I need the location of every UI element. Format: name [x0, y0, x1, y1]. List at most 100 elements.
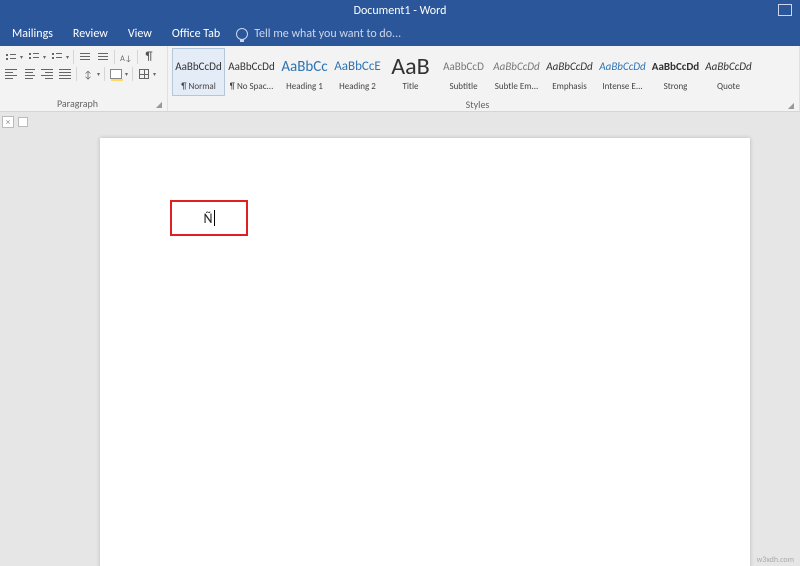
decrease-indent-button[interactable]	[78, 50, 92, 64]
style-preview: AaBbCcDd	[652, 53, 699, 81]
chevron-down-icon[interactable]: ▾	[20, 53, 23, 61]
style-item-2[interactable]: AaBbCcHeading 1	[278, 48, 331, 96]
ribbon: ▾ ▾ ▾ ▾	[0, 46, 800, 112]
tab-review[interactable]: Review	[63, 22, 118, 46]
style-item-9[interactable]: AaBbCcDdStrong	[649, 48, 702, 96]
chevron-down-icon[interactable]: ▾	[153, 70, 156, 78]
style-name-label: Heading 1	[286, 81, 323, 92]
tell-me-placeholder: Tell me what you want to do...	[254, 27, 401, 41]
style-name-label: Subtle Em...	[495, 81, 539, 92]
window-control-icon[interactable]	[778, 4, 792, 16]
group-label-styles: Styles	[170, 98, 785, 112]
style-preview: AaBbCcDd	[546, 53, 592, 81]
style-preview: AaB	[391, 53, 429, 81]
document-page[interactable]: Ñ	[100, 138, 750, 566]
borders-button[interactable]	[137, 67, 151, 81]
styles-dialog-launcher[interactable]: ◢	[785, 100, 797, 112]
tell-me-search[interactable]: Tell me what you want to do...	[236, 27, 401, 41]
document-workspace[interactable]: Ñ w3xdh.com	[0, 132, 800, 566]
style-item-5[interactable]: AaBbCcDSubtitle	[437, 48, 490, 96]
style-item-1[interactable]: AaBbCcDd¶ No Spac...	[225, 48, 278, 96]
watermark: w3xdh.com	[757, 555, 794, 565]
style-name-label: Subtitle	[449, 81, 477, 92]
spacing-icon	[84, 68, 92, 81]
style-preview: AaBbCcDd	[175, 53, 221, 81]
style-item-7[interactable]: AaBbCcDdEmphasis	[543, 48, 596, 96]
style-preview: AaBbCcDd	[599, 53, 645, 81]
tab-mailings[interactable]: Mailings	[2, 22, 63, 46]
style-item-4[interactable]: AaBTitle	[384, 48, 437, 96]
separator	[104, 67, 105, 81]
chevron-down-icon[interactable]: ▾	[125, 70, 128, 78]
separator	[73, 50, 74, 64]
show-hide-button[interactable]	[142, 50, 156, 64]
multilevel-icon	[52, 52, 62, 62]
typed-text: Ñ	[203, 210, 212, 227]
sort-icon	[120, 51, 132, 64]
ribbon-tab-bar: Mailings Review View Office Tab Tell me …	[0, 22, 800, 46]
separator	[76, 67, 77, 81]
group-label-paragraph: Paragraph	[2, 97, 153, 111]
style-preview: AaBbCcDd	[493, 53, 539, 81]
border-icon	[139, 69, 149, 79]
separator	[137, 50, 138, 64]
align-center-button[interactable]	[22, 67, 36, 81]
style-preview: AaBbCcDd	[705, 53, 751, 81]
style-name-label: Quote	[717, 81, 740, 92]
title-bar: Document1 - Word	[0, 0, 800, 22]
window-title: Document1 - Word	[354, 4, 447, 18]
style-name-label: Strong	[664, 81, 688, 92]
bullets-icon	[6, 52, 16, 62]
group-styles: AaBbCcDd¶ NormalAaBbCcDd¶ No Spac...AaBb…	[168, 46, 800, 111]
separator	[114, 50, 115, 64]
close-ruler-button[interactable]: ×	[2, 116, 14, 128]
chevron-down-icon[interactable]: ▾	[43, 53, 46, 61]
style-item-0[interactable]: AaBbCcDd¶ Normal	[172, 48, 225, 96]
lightbulb-icon	[236, 28, 248, 40]
style-item-3[interactable]: AaBbCcEHeading 2	[331, 48, 384, 96]
justify-button[interactable]	[58, 67, 72, 81]
line-spacing-button[interactable]	[81, 67, 95, 81]
bullets-button[interactable]	[4, 50, 18, 64]
align-left-icon	[5, 69, 17, 79]
text-cursor	[214, 210, 215, 226]
style-preview: AaBbCcD	[443, 53, 484, 81]
style-name-label: Intense E...	[602, 81, 642, 92]
increase-indent-button[interactable]	[96, 50, 110, 64]
tab-selector[interactable]	[18, 117, 28, 127]
shading-icon	[110, 69, 122, 79]
ruler-bar: ×	[0, 112, 800, 132]
paragraph-dialog-launcher[interactable]: ◢	[153, 99, 165, 111]
style-item-10[interactable]: AaBbCcDdQuote	[702, 48, 755, 96]
align-left-button[interactable]	[4, 67, 18, 81]
align-right-icon	[41, 69, 53, 79]
group-paragraph: ▾ ▾ ▾ ▾	[0, 46, 168, 111]
pilcrow-icon	[146, 50, 153, 64]
annotation-box: Ñ	[170, 200, 248, 236]
style-name-label: ¶ Normal	[181, 81, 216, 92]
tab-office-tab[interactable]: Office Tab	[162, 22, 230, 46]
style-preview: AaBbCcDd	[228, 53, 274, 81]
align-right-button[interactable]	[40, 67, 54, 81]
align-center-icon	[23, 69, 35, 79]
shading-button[interactable]	[109, 67, 123, 81]
style-preview: AaBbCcE	[334, 53, 380, 81]
style-name-label: Emphasis	[552, 81, 586, 92]
tab-view[interactable]: View	[118, 22, 162, 46]
numbering-icon	[29, 52, 39, 62]
style-preview: AaBbCc	[281, 53, 327, 81]
style-name-label: Title	[402, 81, 418, 92]
chevron-down-icon[interactable]: ▾	[66, 53, 69, 61]
style-item-6[interactable]: AaBbCcDdSubtle Em...	[490, 48, 543, 96]
justify-icon	[59, 69, 71, 79]
chevron-down-icon[interactable]: ▾	[97, 70, 100, 78]
sort-button[interactable]	[119, 50, 133, 64]
outdent-icon	[80, 53, 90, 61]
style-item-8[interactable]: AaBbCcDdIntense E...	[596, 48, 649, 96]
numbering-button[interactable]	[27, 50, 41, 64]
style-name-label: ¶ No Spac...	[230, 81, 274, 92]
styles-gallery[interactable]: AaBbCcDd¶ NormalAaBbCcDd¶ No Spac...AaBb…	[168, 46, 799, 98]
multilevel-list-button[interactable]	[50, 50, 64, 64]
style-name-label: Heading 2	[339, 81, 376, 92]
separator	[132, 67, 133, 81]
